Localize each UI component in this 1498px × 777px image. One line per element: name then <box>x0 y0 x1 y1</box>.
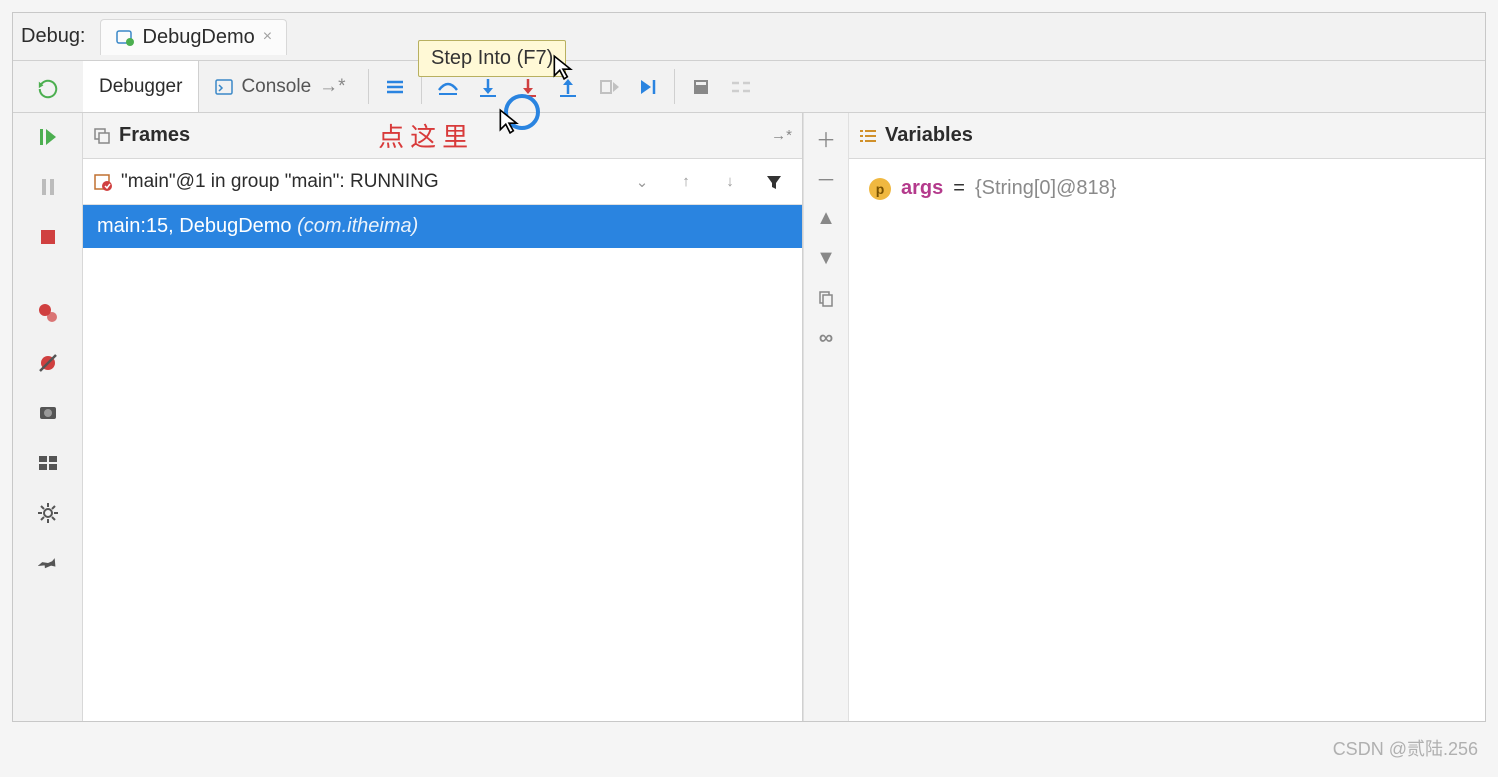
tab-console[interactable]: Console →* <box>199 61 361 112</box>
show-watches-button[interactable]: ∞ <box>811 323 841 353</box>
move-down-button[interactable]: ▼ <box>811 243 841 273</box>
debug-toolbar: Debugger Console →* <box>13 61 1485 113</box>
thread-selector-row: "main"@1 in group "main": RUNNING ⌄ ↑ ↓ <box>83 159 802 205</box>
pin-right-icon: →* <box>319 76 345 98</box>
variables-list-icon <box>859 128 877 144</box>
remove-watch-button[interactable]: － <box>811 163 841 193</box>
frames-pin-icon[interactable]: →* <box>771 127 792 144</box>
run-config-tab[interactable]: DebugDemo × <box>100 19 288 55</box>
topbar: Debug: DebugDemo × <box>13 13 1485 61</box>
frames-pane: Frames 点这里 →* "main"@1 in group "main": … <box>83 113 803 721</box>
copy-button[interactable] <box>811 283 841 313</box>
thread-combo[interactable]: "main"@1 in group "main": RUNNING <box>121 171 616 193</box>
run-to-cursor-button[interactable] <box>628 61 668 112</box>
step-into-tooltip: Step Into (F7) <box>418 40 566 77</box>
variable-row[interactable]: p args = {String[0]@818} <box>869 177 1465 200</box>
view-breakpoints-button[interactable] <box>32 297 64 329</box>
cursor-icon <box>498 108 520 134</box>
variable-eq: = <box>953 177 965 200</box>
layout-settings-button[interactable] <box>32 447 64 479</box>
thread-icon <box>93 172 113 192</box>
prev-frame-button[interactable]: ↑ <box>668 164 704 200</box>
debug-toolwindow: Debug: DebugDemo × Debugger Console →* <box>12 12 1486 722</box>
variable-name: args <box>901 177 943 200</box>
run-config-icon <box>115 27 135 47</box>
next-frame-button[interactable]: ↓ <box>712 164 748 200</box>
tab-debugger[interactable]: Debugger <box>83 61 199 112</box>
trace-button[interactable] <box>721 61 761 112</box>
pin-button[interactable] <box>32 547 64 579</box>
stop-button[interactable] <box>32 221 64 253</box>
variable-value: {String[0]@818} <box>975 177 1117 200</box>
evaluate-button[interactable] <box>681 61 721 112</box>
param-badge-icon: p <box>869 178 891 200</box>
variables-list[interactable]: p args = {String[0]@818} <box>849 159 1485 721</box>
resume-button[interactable] <box>32 121 64 153</box>
frames-title: Frames <box>119 124 190 147</box>
section-label: Debug: <box>21 25 86 48</box>
stack-frame-loc: main:15, DebugDemo <box>97 215 292 237</box>
left-action-column <box>13 113 83 721</box>
new-watch-button[interactable]: ＋ <box>811 123 841 153</box>
stack-list[interactable]: main:15, DebugDemo (com.itheima) <box>83 205 802 721</box>
thread-dump-button[interactable] <box>32 397 64 429</box>
run-config-name: DebugDemo <box>143 26 255 49</box>
variables-pane: Variables p args = {String[0]@818} <box>849 113 1485 721</box>
move-up-button[interactable]: ▲ <box>811 203 841 233</box>
watermark: CSDN @贰陆.256 <box>1333 735 1478 761</box>
threads-icon[interactable] <box>375 61 415 112</box>
frames-restore-icon[interactable] <box>93 127 111 145</box>
settings-button[interactable] <box>32 497 64 529</box>
annotation-text: 点这里 <box>378 117 474 154</box>
variables-title: Variables <box>885 124 973 147</box>
variables-header: Variables <box>849 113 1485 159</box>
pause-button[interactable] <box>32 171 64 203</box>
drop-frame-button[interactable] <box>588 61 628 112</box>
cursor-icon <box>552 54 574 80</box>
close-icon[interactable]: × <box>263 28 272 46</box>
stack-frame[interactable]: main:15, DebugDemo (com.itheima) <box>83 205 802 248</box>
mute-breakpoints-button[interactable] <box>32 347 64 379</box>
stack-frame-pkg: (com.itheima) <box>297 215 418 237</box>
rerun-button[interactable] <box>32 73 64 105</box>
content-area: Frames 点这里 →* "main"@1 in group "main": … <box>13 113 1485 721</box>
filter-frames-button[interactable] <box>756 164 792 200</box>
console-icon <box>215 78 233 96</box>
thread-dropdown-icon[interactable]: ⌄ <box>624 164 660 200</box>
variables-tool-column: ＋ － ▲ ▼ ∞ <box>803 113 849 721</box>
frames-header: Frames 点这里 →* <box>83 113 802 159</box>
